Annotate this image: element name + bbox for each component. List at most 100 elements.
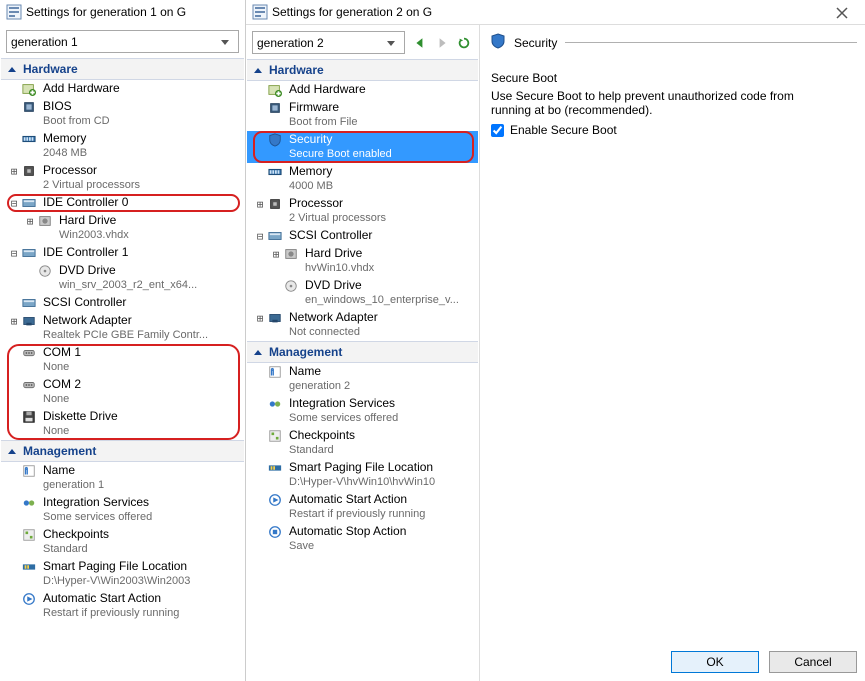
settings-icon: [6, 4, 22, 20]
section-header[interactable]: Management: [1, 440, 244, 462]
tree-item[interactable]: ⊟IDE Controller 0: [1, 194, 244, 212]
tree-item[interactable]: ⊞Hard DriveWin2003.vhdx: [1, 212, 244, 244]
vm-selector[interactable]: generation 2: [252, 31, 405, 54]
group-description: Use Secure Boot to help prevent unauthor…: [491, 89, 831, 117]
tree-item[interactable]: CheckpointsStandard: [1, 526, 244, 558]
tree-item[interactable]: Smart Paging File LocationD:\Hyper-V\Win…: [1, 558, 244, 590]
tree-item[interactable]: Automatic Start ActionRestart if previou…: [247, 491, 478, 523]
left-pane: Settings for generation 1 on G generatio…: [0, 0, 246, 681]
tree-item[interactable]: Add Hardware: [1, 80, 244, 98]
section-label: Hardware: [23, 62, 78, 76]
tree-item[interactable]: Smart Paging File LocationD:\Hyper-V\hvW…: [247, 459, 478, 491]
checkpoint-icon: [267, 428, 283, 444]
section-header[interactable]: Hardware: [1, 58, 244, 80]
tree-item-label: SCSI Controller: [289, 228, 372, 243]
window-title: Settings for generation 1 on G: [26, 5, 186, 19]
tree-item[interactable]: Automatic Start ActionRestart if previou…: [1, 590, 244, 622]
expander-icon[interactable]: ⊞: [253, 196, 267, 212]
expander-icon[interactable]: ⊞: [253, 310, 267, 326]
expander-icon[interactable]: ⊟: [7, 245, 21, 261]
tree-item[interactable]: Integration ServicesSome services offere…: [1, 494, 244, 526]
paging-icon: [21, 559, 37, 575]
chevron-up-icon: [7, 64, 17, 74]
window-title-bar: Settings for generation 2 on G: [246, 0, 865, 24]
tree-item[interactable]: Automatic Stop ActionSave: [247, 523, 478, 555]
com-icon: [21, 345, 37, 361]
tree-item[interactable]: Diskette DriveNone: [1, 408, 244, 440]
settings-tree[interactable]: Hardware Add HardwareBIOSBoot from CDMemo…: [0, 57, 245, 681]
enable-secure-boot-checkbox[interactable]: Enable Secure Boot: [491, 123, 856, 137]
tree-item[interactable]: Namegeneration 1: [1, 462, 244, 494]
tree-item[interactable]: Add Hardware: [247, 81, 478, 99]
chevron-up-icon: [253, 65, 263, 75]
tree-item[interactable]: ⊞Network AdapterNot connected: [247, 309, 478, 341]
tree-item-label: Name: [289, 364, 350, 379]
tree-item-label: Memory: [289, 164, 333, 179]
tree-item[interactable]: Integration ServicesSome services offere…: [247, 395, 478, 427]
expander-icon: [7, 81, 21, 82]
tree-item-label: Integration Services: [43, 495, 152, 510]
tree-item[interactable]: ⊞Processor2 Virtual processors: [1, 162, 244, 194]
tree-item[interactable]: SecuritySecure Boot enabled: [247, 131, 478, 163]
nic-icon: [267, 310, 283, 326]
tree-item-sublabel: Standard: [289, 443, 355, 458]
add-hardware-icon: [21, 81, 37, 97]
bios-icon: [267, 100, 283, 116]
ide-icon: [21, 245, 37, 261]
tree-item-sublabel: D:\Hyper-V\hvWin10\hvWin10: [289, 475, 435, 490]
tree-item-sublabel: hvWin10.vhdx: [305, 261, 374, 276]
tree-item[interactable]: BIOSBoot from CD: [1, 98, 244, 130]
tree-item[interactable]: ⊞Network AdapterRealtek PCIe GBE Family …: [1, 312, 244, 344]
nav-forward-button[interactable]: [433, 34, 451, 52]
expander-icon: [253, 492, 267, 493]
tree-item[interactable]: SCSI Controller: [1, 294, 244, 312]
tree-item-label: Smart Paging File Location: [43, 559, 190, 574]
tree-item[interactable]: DVD Driveen_windows_10_enterprise_v...: [247, 277, 478, 309]
tree-item-sublabel: 2048 MB: [43, 146, 87, 161]
nav-back-button[interactable]: [411, 34, 429, 52]
tree-item[interactable]: ⊟IDE Controller 1: [1, 244, 244, 262]
right-pane: Settings for generation 2 on G generatio…: [246, 0, 865, 681]
tree-item-sublabel: generation 1: [43, 478, 104, 493]
expander-icon[interactable]: ⊟: [253, 228, 267, 244]
chevron-up-icon: [253, 347, 263, 357]
tree-item-sublabel: win_srv_2003_r2_ent_x64...: [59, 278, 197, 293]
tree-item-sublabel: Some services offered: [43, 510, 152, 525]
refresh-button[interactable]: [455, 34, 473, 52]
tree-item[interactable]: DVD Drivewin_srv_2003_r2_ent_x64...: [1, 262, 244, 294]
vm-selector[interactable]: generation 1: [6, 30, 239, 53]
tree-item-label: Processor: [289, 196, 386, 211]
tree-item[interactable]: ⊟ SCSI Controller: [247, 227, 478, 245]
ok-button[interactable]: OK: [671, 651, 759, 673]
name-icon: [21, 463, 37, 479]
tree-item[interactable]: CheckpointsStandard: [247, 427, 478, 459]
expander-icon[interactable]: ⊞: [7, 163, 21, 179]
expander-icon: [253, 100, 267, 101]
bios-icon: [21, 99, 37, 115]
tree-item[interactable]: COM 2None: [1, 376, 244, 408]
tree-item[interactable]: ⊞Processor2 Virtual processors: [247, 195, 478, 227]
window-title-bar: Settings for generation 1 on G: [0, 0, 245, 24]
scsi-icon: [267, 228, 283, 244]
expander-icon[interactable]: ⊞: [23, 213, 37, 229]
tree-item-label: Hard Drive: [305, 246, 374, 261]
tree-item[interactable]: Namegeneration 2: [247, 363, 478, 395]
tree-item[interactable]: FirmwareBoot from File: [247, 99, 478, 131]
expander-icon[interactable]: ⊞: [7, 313, 21, 329]
expander-icon[interactable]: ⊟: [7, 195, 21, 211]
close-button[interactable]: [825, 4, 859, 22]
tree-item-sublabel: 2 Virtual processors: [43, 178, 140, 193]
tree-item-sublabel: Not connected: [289, 325, 378, 340]
checkbox-input[interactable]: [491, 124, 504, 137]
tree-item[interactable]: Memory4000 MB: [247, 163, 478, 195]
section-header[interactable]: Management: [247, 341, 478, 363]
expander-icon[interactable]: ⊞: [269, 246, 283, 262]
tree-item[interactable]: COM 1None: [1, 344, 244, 376]
tree-item[interactable]: Memory2048 MB: [1, 130, 244, 162]
tree-item[interactable]: ⊞ Hard DrivehvWin10.vhdx: [247, 245, 478, 277]
highlight-group: COM 1NoneCOM 2NoneDiskette DriveNone: [1, 344, 244, 440]
expander-icon: [253, 524, 267, 525]
section-header[interactable]: Hardware: [247, 59, 478, 81]
settings-tree[interactable]: HardwareAdd HardwareFirmwareBoot from Fi…: [246, 58, 479, 681]
cancel-button[interactable]: Cancel: [769, 651, 857, 673]
